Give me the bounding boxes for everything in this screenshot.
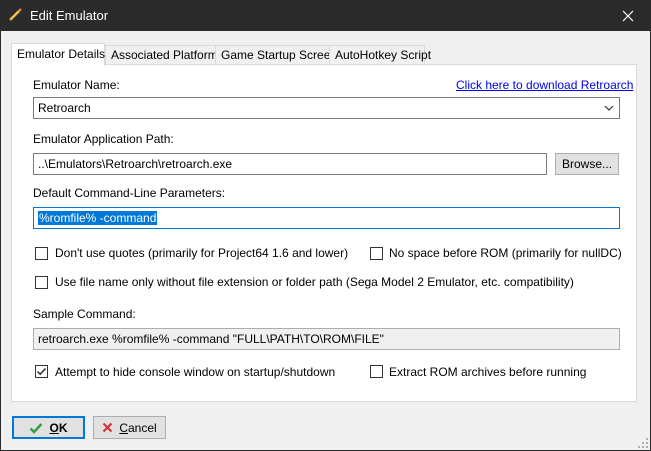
tab-emulator-details[interactable]: Emulator Details bbox=[11, 43, 105, 66]
app-path-input[interactable]: ..\Emulators\Retroarch\retroarch.exe bbox=[33, 153, 547, 175]
hide-console-checkbox[interactable] bbox=[35, 365, 48, 378]
window-title: Edit Emulator bbox=[30, 8, 109, 23]
sample-command-value: retroarch.exe %romfile% -command "FULL\P… bbox=[38, 332, 384, 346]
ok-mnemonic: O bbox=[49, 420, 59, 435]
cmdline-input[interactable]: %romfile% -command bbox=[33, 207, 620, 229]
title-bar: Edit Emulator bbox=[0, 0, 651, 31]
tab-game-startup-screen[interactable]: Game Startup Screen bbox=[215, 45, 337, 65]
tab-autohotkey-script[interactable]: AutoHotkey Script bbox=[329, 45, 431, 65]
dont-use-quotes-label: Don't use quotes (primarily for Project6… bbox=[55, 246, 349, 260]
emulator-name-value: Retroarch bbox=[38, 101, 91, 115]
checkmark-icon bbox=[30, 422, 43, 434]
file-name-only-label: Use file name only without file extensio… bbox=[55, 275, 574, 289]
hide-console-label: Attempt to hide console window on startu… bbox=[55, 365, 336, 379]
emulator-name-label: Emulator Name: bbox=[33, 78, 120, 92]
extract-rom-label: Extract ROM archives before running bbox=[389, 365, 587, 379]
sample-command-label: Sample Command: bbox=[33, 307, 136, 321]
extract-rom-checkbox[interactable] bbox=[370, 365, 383, 378]
no-space-before-rom-checkbox[interactable] bbox=[370, 247, 383, 260]
x-icon bbox=[103, 422, 113, 433]
checkmark-icon bbox=[37, 368, 47, 376]
app-path-label: Emulator Application Path: bbox=[33, 132, 174, 146]
cancel-button[interactable]: Cancel bbox=[93, 416, 166, 439]
dont-use-quotes-checkbox[interactable] bbox=[35, 247, 48, 260]
tab-associated-platforms[interactable]: Associated Platforms bbox=[105, 45, 227, 65]
chevron-down-icon bbox=[604, 105, 614, 111]
cmdline-value: %romfile% -command bbox=[38, 211, 158, 225]
sample-command-field: retroarch.exe %romfile% -command "FULL\P… bbox=[33, 328, 620, 350]
cancel-mnemonic: C bbox=[119, 420, 128, 435]
browse-button[interactable]: Browse... bbox=[555, 153, 619, 175]
resize-grip-icon[interactable] bbox=[637, 437, 649, 449]
no-space-before-rom-label: No space before ROM (primarily for nullD… bbox=[389, 246, 622, 260]
close-button[interactable] bbox=[605, 0, 651, 31]
pencil-icon bbox=[9, 8, 22, 21]
download-retroarch-link[interactable]: Click here to download Retroarch bbox=[456, 78, 633, 92]
close-icon bbox=[622, 10, 634, 21]
ok-button[interactable]: OK bbox=[12, 416, 85, 439]
cancel-label: ancel bbox=[127, 420, 157, 435]
app-path-value: ..\Emulators\Retroarch\retroarch.exe bbox=[38, 157, 233, 171]
emulator-name-dropdown[interactable]: Retroarch bbox=[33, 97, 620, 119]
ok-label: K bbox=[58, 420, 68, 435]
cmdline-label: Default Command-Line Parameters: bbox=[33, 186, 226, 200]
file-name-only-checkbox[interactable] bbox=[35, 276, 48, 289]
emulator-details-panel: Emulator Name: Click here to download Re… bbox=[11, 64, 637, 402]
